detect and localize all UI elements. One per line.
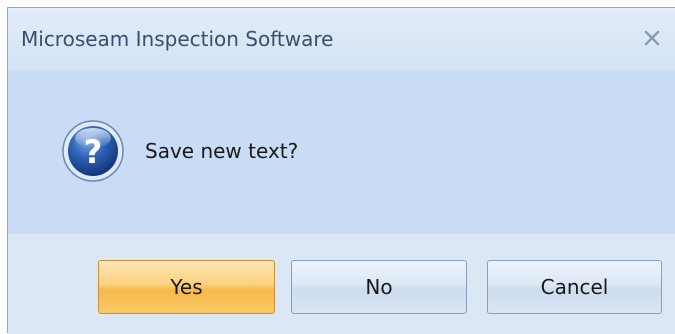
close-icon — [644, 30, 660, 46]
no-button[interactable]: No — [291, 260, 467, 314]
dialog-message: Save new text? — [145, 139, 299, 163]
dialog-titlebar: Microseam Inspection Software — [8, 8, 675, 70]
dialog-button-bar: Yes No Cancel — [8, 234, 675, 334]
message-dialog: Microseam Inspection Software ? Save new… — [7, 7, 675, 334]
question-icon: ? — [62, 120, 124, 182]
dialog-title: Microseam Inspection Software — [21, 27, 334, 51]
svg-text:?: ? — [84, 133, 103, 171]
dialog-content: ? Save new text? — [8, 70, 675, 234]
close-button[interactable] — [636, 22, 668, 54]
cancel-button[interactable]: Cancel — [487, 260, 662, 314]
yes-button[interactable]: Yes — [98, 260, 275, 314]
